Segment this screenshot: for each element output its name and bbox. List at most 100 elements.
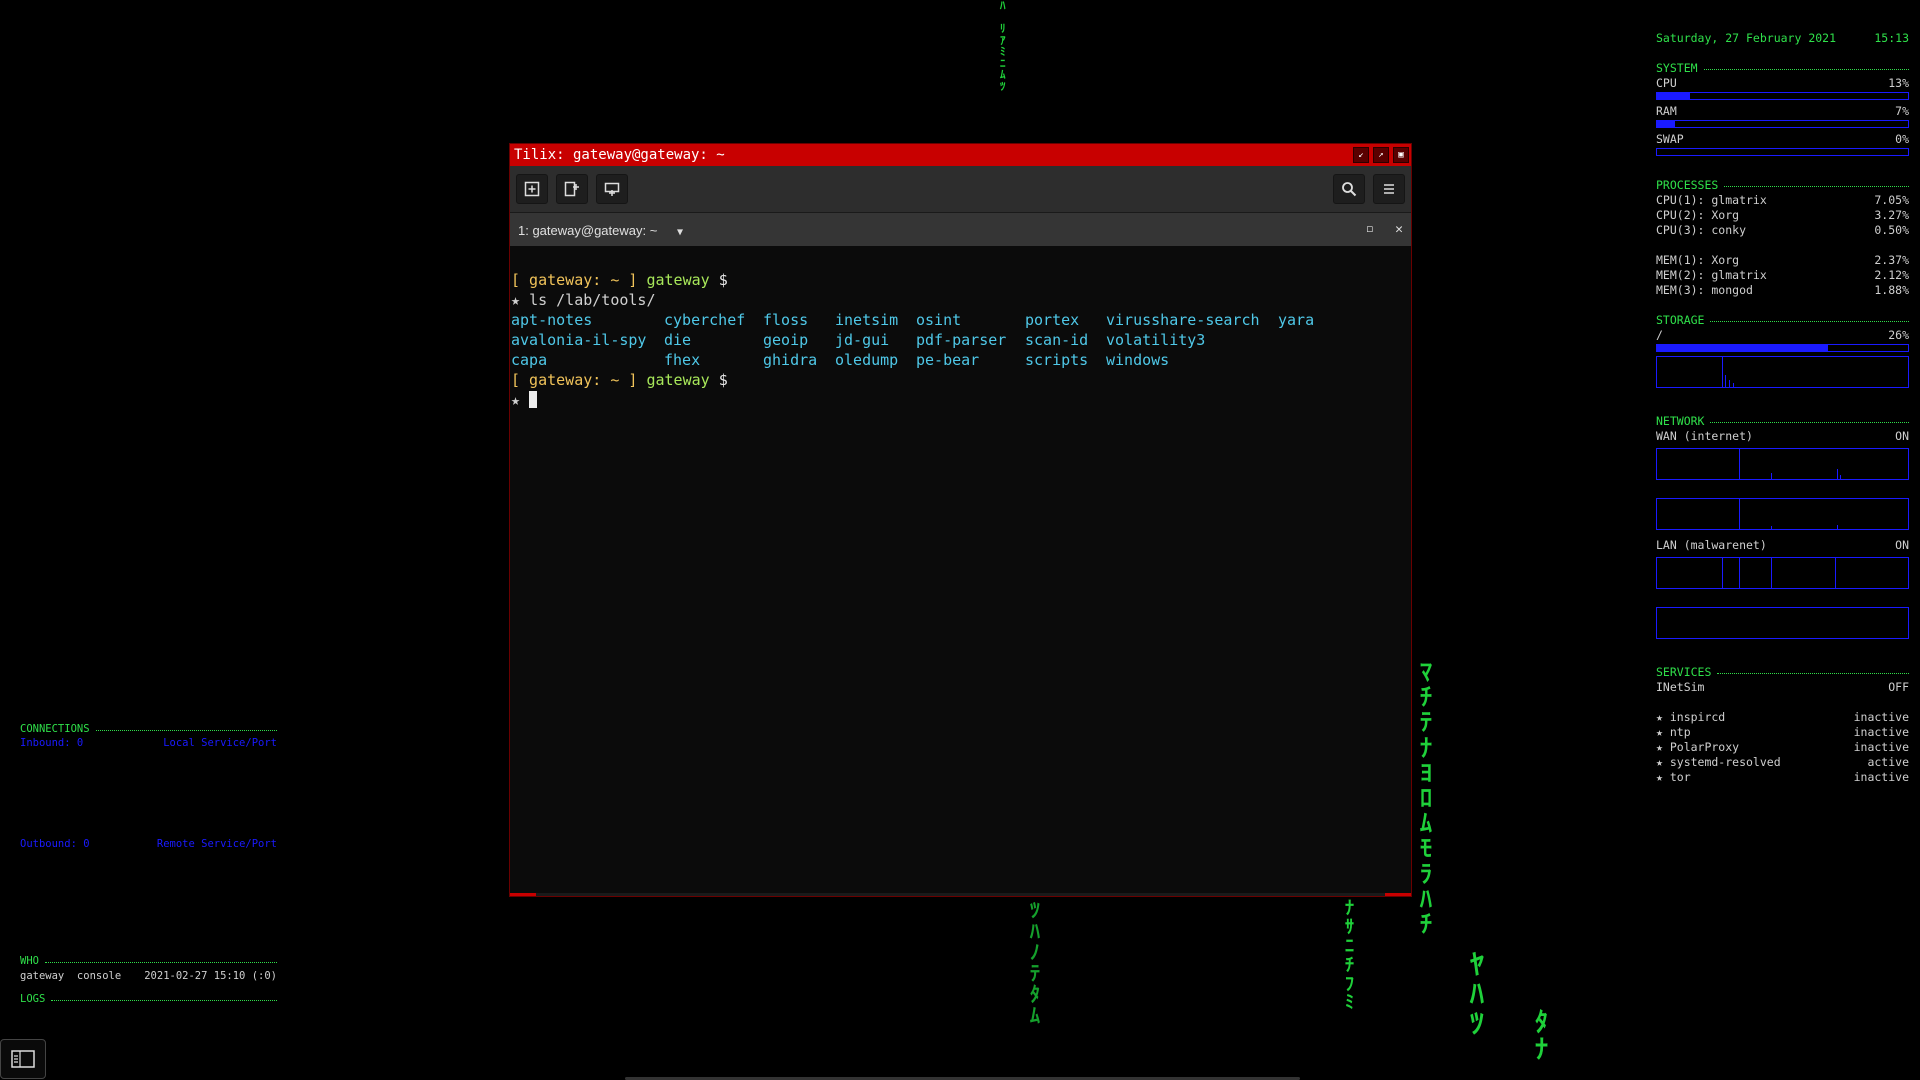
terminal-output[interactable]: [ gateway: ~ ] gateway $ ★ ls /lab/tools/…	[510, 246, 1411, 454]
matrix-rain-column: ﾀ ﾅ	[1535, 1008, 1549, 1066]
panel-toggle-button[interactable]	[0, 1039, 46, 1079]
service-row-name: ★ PolarProxy	[1656, 740, 1740, 754]
listing-entry	[1278, 350, 1338, 370]
date-text: Saturday, 27 February 2021	[1656, 31, 1837, 45]
listing-entry: osint	[916, 311, 962, 329]
service-row-name: ★ tor	[1656, 770, 1691, 784]
listing-entry: scan-id	[1025, 331, 1089, 349]
conky-panel-left: CONNECTIONS Inbound: 0 Local Service/Por…	[20, 722, 277, 749]
chevron-down-icon[interactable]: ▼	[677, 227, 683, 238]
conky-who: WHO gateway console 2021-02-27 15:10 (:0…	[20, 954, 277, 1007]
split-down-icon	[604, 182, 620, 196]
local-service-header: Local Service/Port	[163, 737, 277, 749]
process-cpu-row: CPU(2): Xorg 3.27%	[1656, 208, 1909, 223]
inbound-count: Inbound: 0	[20, 737, 84, 749]
listing-entry	[1278, 330, 1338, 350]
lan-down-graph	[1656, 557, 1909, 589]
who-heading: WHO	[20, 954, 277, 969]
window-titlebar[interactable]: Tilix: gateway@gateway: ~ ↙ ↗ ▣	[510, 144, 1411, 166]
listing-entry: inetsim	[835, 311, 899, 329]
command-text: ls /lab/tools/	[529, 291, 656, 309]
wan-label: WAN (internet)	[1656, 429, 1753, 443]
process-mem-row-name: MEM(3): mongod	[1656, 283, 1753, 297]
process-mem-row-name: MEM(2): glmatrix	[1656, 268, 1767, 282]
listing-entry: windows	[1106, 351, 1170, 369]
process-cpu-row-name: CPU(2): Xorg	[1656, 208, 1740, 222]
system-heading: SYSTEM	[1656, 61, 1909, 76]
listing-entry: ghidra	[763, 351, 818, 369]
logs-heading: LOGS	[20, 992, 277, 1007]
storage-heading: STORAGE	[1656, 313, 1909, 328]
terminal-toolbar	[510, 166, 1411, 213]
maximize-icon[interactable]: ↗	[1373, 147, 1389, 163]
listing-entry: oledump	[835, 351, 899, 369]
service-row-value: inactive	[1853, 770, 1909, 784]
conky-outbound: Outbound: 0 Remote Service/Port	[20, 838, 277, 850]
service-row: ★ tor inactive	[1656, 770, 1909, 785]
split-down-button[interactable]	[596, 174, 628, 204]
listing-entry: geoip	[763, 331, 809, 349]
listing-entry: floss	[763, 311, 809, 329]
window-bottom-border	[510, 893, 1411, 896]
service-row-value: inactive	[1853, 710, 1909, 724]
split-right-button[interactable]	[556, 174, 588, 204]
menu-button[interactable]	[1373, 174, 1405, 204]
storage-mount: /	[1656, 328, 1663, 342]
process-cpu-row-value: 0.50%	[1874, 223, 1909, 237]
processes-heading: PROCESSES	[1656, 178, 1909, 193]
sidebar-panel-icon	[11, 1050, 35, 1068]
maximize-terminal-icon[interactable]: ◻	[1367, 222, 1374, 237]
session-tab-title[interactable]: 1: gateway@gateway: ~	[518, 223, 657, 238]
time-text: 15:13	[1874, 31, 1909, 45]
listing-entry: avalonia-il-spy	[511, 331, 647, 349]
minimize-icon[interactable]: ↙	[1353, 147, 1369, 163]
close-terminal-icon[interactable]: ✕	[1395, 222, 1403, 237]
connections-heading: CONNECTIONS	[20, 722, 277, 737]
terminal-window[interactable]: Tilix: gateway@gateway: ~ ↙ ↗ ▣ 1: gatew…	[509, 143, 1412, 897]
service-row: ★ PolarProxy inactive	[1656, 740, 1909, 755]
date-time-row: Saturday, 27 February 2021 15:13	[1656, 31, 1909, 46]
process-cpu-row: CPU(1): glmatrix 7.05%	[1656, 193, 1909, 208]
process-cpu-row-name: CPU(1): glmatrix	[1656, 193, 1767, 207]
listing-entry: pe-bear	[916, 351, 980, 369]
new-session-button[interactable]	[516, 174, 548, 204]
service-row-value: active	[1867, 755, 1909, 769]
search-button[interactable]	[1333, 174, 1365, 204]
prompt-line: [ gateway: ~ ] gateway $	[511, 271, 728, 289]
listing-entry: capa	[511, 351, 548, 369]
who-time: 2021-02-27 15:10 (:0)	[144, 970, 277, 982]
process-mem-row: MEM(3): mongod 1.88%	[1656, 283, 1909, 298]
process-mem-row-name: MEM(1): Xorg	[1656, 253, 1740, 267]
service-row-name: ★ inspircd	[1656, 710, 1726, 724]
matrix-rain-column: ﾊ ﾘ ｱ ﾐ ﾆ ﾑ ﾂ	[1000, 0, 1006, 93]
service-row: ★ ntp inactive	[1656, 725, 1909, 740]
matrix-rain-column: ﾔ ﾊ ﾂ	[1470, 948, 1485, 1040]
storage-value: 26%	[1888, 328, 1909, 342]
text-cursor	[529, 391, 538, 408]
conky-panel-right: Saturday, 27 February 2021 15:13 SYSTEM …	[1656, 31, 1909, 785]
ls-output-listing: apt-notes cyberchef floss inetsim osint porte…	[511, 310, 1410, 370]
ram-bar	[1656, 120, 1909, 128]
service-row-name: ★ ntp	[1656, 725, 1691, 739]
storage-bar	[1656, 344, 1909, 352]
matrix-rain-column: ﾂ ﾊ ﾉ ﾃ ﾀ ﾑ	[1030, 898, 1040, 1027]
process-cpu-row-value: 7.05%	[1874, 193, 1909, 207]
listing-entry: apt-notes	[511, 311, 593, 329]
close-window-icon[interactable]: ▣	[1393, 147, 1409, 163]
service-row-value: inactive	[1853, 740, 1909, 754]
lan-up-graph	[1656, 607, 1909, 639]
session-tab[interactable]: 1: gateway@gateway: ~ ▼ ◻ ✕	[510, 213, 1411, 246]
services-list: ★ inspircd inactive ★ ntp inactive ★ PolarPr…	[1656, 710, 1909, 785]
input-line[interactable]: ★	[511, 390, 1410, 410]
listing-entry: fhex	[664, 351, 701, 369]
command-line: ★ ls /lab/tools/	[511, 291, 656, 309]
lan-label: LAN (malwarenet)	[1656, 538, 1767, 552]
lan-state: ON	[1895, 538, 1909, 552]
service-row-value: inactive	[1853, 725, 1909, 739]
add-session-icon	[524, 181, 540, 197]
ram-value: 7%	[1895, 104, 1909, 118]
cpu-value: 13%	[1888, 76, 1909, 90]
swap-value: 0%	[1895, 132, 1909, 146]
listing-entry: scripts	[1025, 351, 1089, 369]
process-mem-row-value: 2.12%	[1874, 268, 1909, 282]
